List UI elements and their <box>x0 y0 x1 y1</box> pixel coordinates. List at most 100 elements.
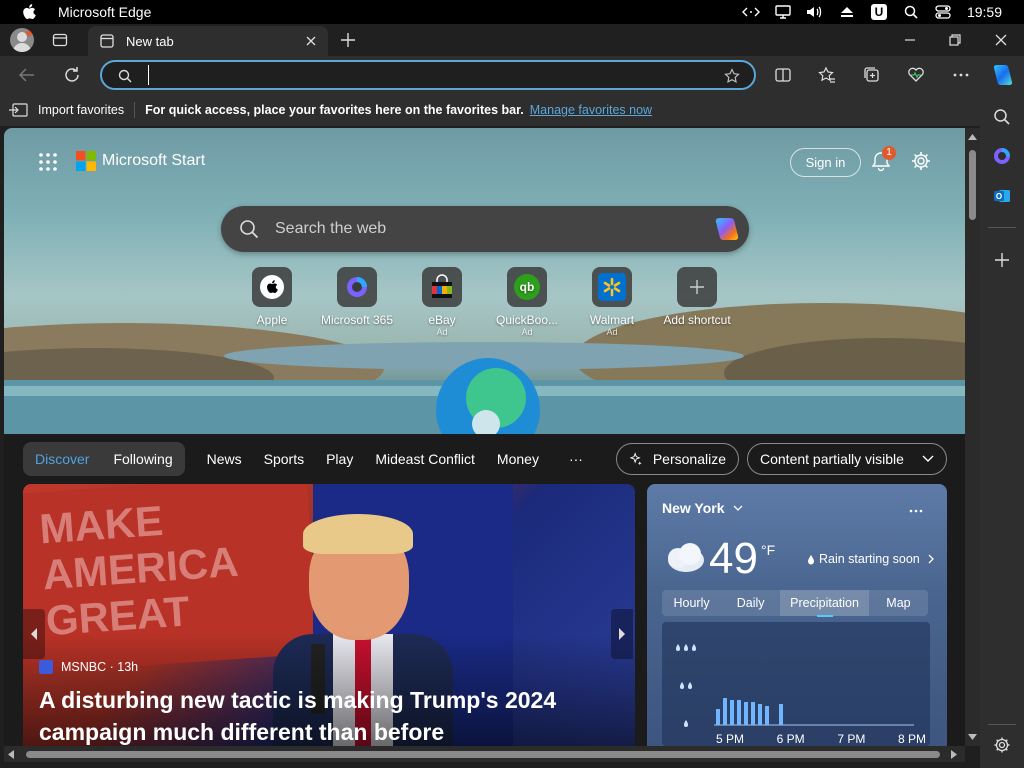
ebay-bag-icon <box>422 267 462 307</box>
refresh-button[interactable] <box>63 66 81 89</box>
apple-logo-icon <box>252 267 292 307</box>
search-icon[interactable] <box>895 0 927 24</box>
browser-essentials-icon[interactable] <box>907 66 925 89</box>
copilot-icon[interactable] <box>990 62 1016 93</box>
shortcut-label: Add shortcut <box>663 313 731 327</box>
sign-in-button[interactable]: Sign in <box>790 148 861 177</box>
web-search-box[interactable]: Search the web <box>221 206 749 252</box>
weather-tabs: Hourly Daily Precipitation Map <box>662 590 928 617</box>
nav-news[interactable]: News <box>207 451 242 467</box>
personalize-button[interactable]: Personalize <box>616 443 739 475</box>
vertical-scroll-thumb[interactable] <box>969 150 976 220</box>
nav-play[interactable]: Play <box>326 451 353 467</box>
favorites-icon[interactable] <box>818 66 836 89</box>
weather-tab-hourly[interactable]: Hourly <box>662 590 721 616</box>
weather-alert[interactable]: Rain starting soon <box>807 552 934 566</box>
control-center-icon[interactable] <box>927 0 959 24</box>
tab-title: New tab <box>126 33 174 49</box>
minimize-button[interactable] <box>904 32 916 53</box>
nav-more-button[interactable]: ··· <box>569 451 583 467</box>
import-favorites-button[interactable]: Import favorites <box>38 103 124 117</box>
macos-menubar: Microsoft Edge U 19:59 <box>0 0 1024 24</box>
new-tab-button[interactable] <box>340 32 356 53</box>
copilot-icon[interactable] <box>711 214 741 244</box>
content-visibility-dropdown[interactable]: Content partially visible <box>747 443 947 475</box>
weather-unit[interactable]: °F <box>761 542 775 558</box>
nav-sports[interactable]: Sports <box>264 451 304 467</box>
code-icon[interactable] <box>735 0 767 24</box>
quickbooks-icon: qb <box>507 267 547 307</box>
apps-launcher-icon[interactable] <box>38 152 58 177</box>
favorite-star-icon[interactable] <box>724 68 740 84</box>
tab-discover[interactable]: Discover <box>35 451 89 467</box>
notification-badge: 1 <box>882 146 896 160</box>
precip-time-axis: 5 PM 6 PM 7 PM 8 PM <box>716 732 926 746</box>
weather-temperature: 49 <box>709 534 758 583</box>
notifications-bell-icon[interactable]: 1 <box>870 146 896 177</box>
close-tab-icon[interactable] <box>306 36 316 46</box>
search-icon <box>240 220 259 239</box>
sidebar-search-icon[interactable] <box>993 108 1011 131</box>
microsoft-start-logo[interactable]: Microsoft Start <box>76 151 205 171</box>
news-card[interactable]: MAKE AMERICA GREAT MSNBC · 13h A disturb… <box>23 484 635 746</box>
page-settings-gear-icon[interactable] <box>910 150 932 177</box>
weather-location-selector[interactable]: New York <box>662 500 743 516</box>
restore-button[interactable] <box>949 32 961 53</box>
tab-new-tab[interactable]: New tab <box>88 26 328 56</box>
address-input[interactable] <box>148 65 708 85</box>
display-icon[interactable] <box>767 0 799 24</box>
shortcut-apple[interactable]: Apple <box>230 267 314 327</box>
edge-sidebar: O <box>980 94 1024 768</box>
address-bar[interactable] <box>100 60 756 90</box>
tab-actions-icon[interactable] <box>52 32 68 53</box>
favorites-bar: Import favorites For quick access, place… <box>0 94 980 126</box>
svg-text:O: O <box>996 192 1002 201</box>
vertical-scrollbar[interactable] <box>965 128 980 746</box>
volume-icon[interactable] <box>799 0 831 24</box>
back-button[interactable] <box>18 66 36 89</box>
precip-moderate-icon <box>680 682 692 689</box>
scroll-up-arrow-icon[interactable] <box>968 134 977 140</box>
shortcut-quickbooks[interactable]: qb QuickBoo... Ad <box>485 267 569 337</box>
weather-tab-daily[interactable]: Daily <box>721 590 780 616</box>
shortcut-label: eBay <box>428 313 456 327</box>
more-menu-icon[interactable] <box>952 66 970 89</box>
scroll-left-arrow-icon[interactable] <box>8 750 14 759</box>
scroll-right-arrow-icon[interactable] <box>951 750 957 759</box>
collections-icon[interactable] <box>863 66 881 89</box>
precip-light-icon <box>684 720 688 727</box>
weather-more-icon[interactable] <box>909 500 923 518</box>
add-shortcut-button[interactable]: Add shortcut <box>655 267 739 327</box>
close-window-button[interactable] <box>995 32 1007 53</box>
manage-favorites-link[interactable]: Manage favorites now <box>530 103 652 117</box>
chevron-down-icon <box>922 455 934 462</box>
split-screen-icon[interactable] <box>774 66 792 89</box>
weather-card[interactable]: New York 49 °F Rain starting soon Hourly… <box>647 484 947 746</box>
shortcut-ebay[interactable]: eBay Ad <box>400 267 484 337</box>
apple-logo-icon[interactable] <box>22 4 36 20</box>
profile-avatar[interactable] <box>10 28 34 52</box>
news-headline[interactable]: A disturbing new tactic is making Trump'… <box>39 684 599 746</box>
sidebar-add-icon[interactable] <box>994 252 1010 273</box>
weather-tab-precipitation[interactable]: Precipitation <box>780 590 869 617</box>
shortcut-walmart[interactable]: Walmart Ad <box>570 267 654 337</box>
search-placeholder: Search the web <box>275 220 387 237</box>
scroll-down-arrow-icon[interactable] <box>968 734 977 740</box>
sidebar-settings-gear-icon[interactable] <box>993 736 1011 759</box>
nav-mideast-conflict[interactable]: Mideast Conflict <box>375 451 475 467</box>
clock[interactable]: 19:59 <box>967 4 1002 20</box>
user-badge-icon[interactable]: U <box>863 0 895 24</box>
weather-tab-map[interactable]: Map <box>869 590 928 616</box>
horizontal-scrollbar[interactable] <box>4 746 965 762</box>
sidebar-copilot-icon[interactable] <box>993 147 1011 170</box>
app-name[interactable]: Microsoft Edge <box>58 4 151 20</box>
chevron-right-icon <box>928 554 934 564</box>
search-icon <box>118 69 132 83</box>
sidebar-outlook-icon[interactable]: O <box>993 187 1011 210</box>
shortcut-microsoft-365[interactable]: Microsoft 365 <box>315 267 399 327</box>
nav-money[interactable]: Money <box>497 451 539 467</box>
horizontal-scroll-thumb[interactable] <box>26 751 940 758</box>
eject-icon[interactable] <box>831 0 863 24</box>
new-tab-page: Microsoft Start Sign in 1 Search the web… <box>4 128 965 746</box>
tab-following[interactable]: Following <box>113 451 172 467</box>
